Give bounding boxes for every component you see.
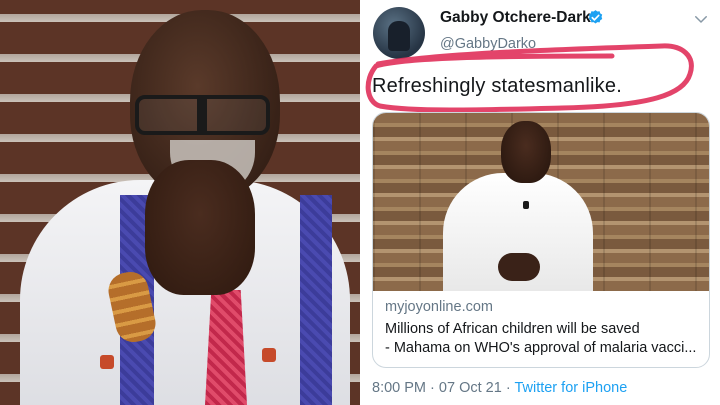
card-image[interactable]	[373, 113, 709, 291]
card-image-hands	[498, 253, 540, 281]
separator: ·	[505, 380, 511, 396]
separator: ·	[430, 380, 435, 396]
card-image-face	[501, 121, 551, 183]
photo-clasped-hands	[145, 160, 255, 295]
photo-tie	[205, 290, 247, 405]
verified-badge-icon	[588, 10, 603, 24]
tweet-panel: Gabby Otchere-Darko @GabbyDarko Refreshi…	[360, 0, 720, 405]
tweet-time[interactable]: 8:00 PM	[372, 380, 426, 396]
card-title-line1: Millions of African children will be sav…	[385, 321, 640, 337]
tweet-source-link[interactable]: Twitter for iPhone	[514, 380, 627, 396]
chevron-down-icon[interactable]	[692, 10, 710, 28]
photo-suspender-right	[300, 195, 332, 405]
link-card[interactable]: myjoyonline.com Millions of African chil…	[372, 112, 710, 368]
tweet-date[interactable]: 07 Oct 21	[439, 380, 502, 396]
photo-cufflink-right	[262, 348, 276, 362]
card-title-line2: - Mahama on WHO's approval of malaria va…	[385, 340, 697, 356]
photo-glasses	[135, 95, 270, 135]
left-photo	[0, 0, 360, 405]
card-image-microphone	[523, 201, 529, 209]
tweet-timestamp: 8:00 PM · 07 Oct 21 · Twitter for iPhone	[372, 380, 627, 396]
photo-cufflink-left	[100, 355, 114, 369]
tweet-text: Refreshingly statesmanlike.	[372, 75, 622, 97]
card-domain: myjoyonline.com	[385, 299, 493, 315]
display-name[interactable]: Gabby Otchere-Darko	[440, 9, 600, 27]
